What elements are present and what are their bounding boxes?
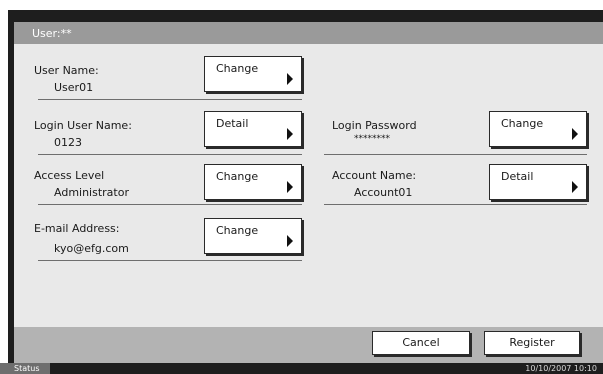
screen-title: User:** — [32, 27, 72, 40]
cancel-button[interactable]: Cancel — [372, 331, 470, 355]
user-edit-screen: User:** User Name: User01 Change Login U… — [14, 22, 603, 363]
register-button[interactable]: Register — [484, 331, 580, 355]
user-name-value: User01 — [54, 81, 94, 94]
title-bar: User:** — [14, 22, 603, 44]
arrow-right-icon — [287, 128, 293, 140]
bezel-top — [8, 10, 603, 22]
date-time: 10/10/2007 10:10 — [525, 364, 597, 373]
login-password-value: ******** — [354, 134, 390, 144]
user-name-change-button[interactable]: Change — [204, 56, 302, 92]
divider — [324, 204, 587, 205]
arrow-right-icon — [572, 181, 578, 193]
login-password-change-button[interactable]: Change — [489, 111, 587, 147]
email-address-change-button[interactable]: Change — [204, 218, 302, 254]
login-user-name-label: Login User Name: — [34, 119, 132, 132]
account-name-value: Account01 — [354, 186, 413, 199]
arrow-right-icon — [287, 181, 293, 193]
login-user-name-detail-button[interactable]: Detail — [204, 111, 302, 147]
access-level-change-button[interactable]: Change — [204, 164, 302, 200]
login-password-label: Login Password — [332, 119, 417, 132]
action-bar: Cancel Register — [14, 327, 603, 363]
arrow-right-icon — [287, 235, 293, 247]
device-panel: User:** User Name: User01 Change Login U… — [0, 0, 603, 374]
divider — [38, 154, 302, 155]
email-address-label: E-mail Address: — [34, 222, 120, 235]
status-button[interactable]: Status — [0, 363, 50, 374]
access-level-label: Access Level — [34, 169, 105, 182]
account-name-detail-button[interactable]: Detail — [489, 164, 587, 200]
divider — [324, 154, 587, 155]
status-bar: Status 10/10/2007 10:10 — [0, 363, 603, 374]
account-name-label: Account Name: — [332, 169, 417, 182]
access-level-value: Administrator — [54, 186, 129, 199]
divider — [38, 260, 302, 261]
email-address-value: kyo@efg.com — [54, 242, 129, 255]
arrow-right-icon — [572, 128, 578, 140]
divider — [38, 204, 302, 205]
divider — [38, 99, 302, 100]
user-name-label: User Name: — [34, 64, 99, 77]
arrow-right-icon — [287, 73, 293, 85]
login-user-name-value: 0123 — [54, 136, 82, 149]
